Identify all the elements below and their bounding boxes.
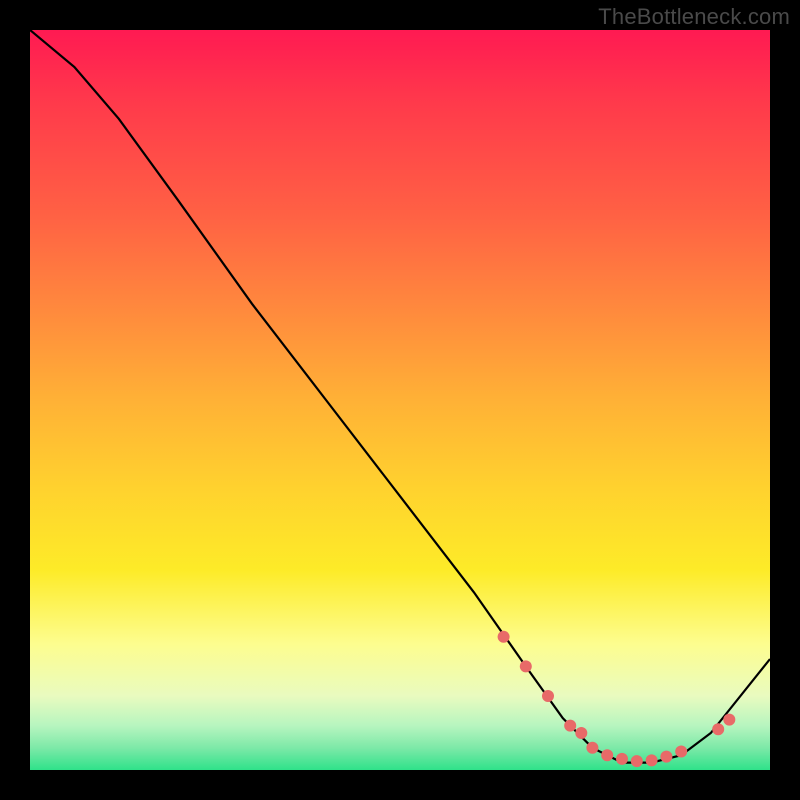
curve-dot (723, 714, 735, 726)
curve-dot (646, 754, 658, 766)
curve-dot (675, 746, 687, 758)
curve-dot (575, 727, 587, 739)
curve-dot (542, 690, 554, 702)
curve-dot (498, 631, 510, 643)
curve-dot (660, 751, 672, 763)
curve-dot (712, 723, 724, 735)
curve-dot (520, 660, 532, 672)
curve-dot (564, 720, 576, 732)
chart-frame: TheBottleneck.com (0, 0, 800, 800)
curve-dots (498, 631, 736, 767)
curve-dot (631, 755, 643, 767)
curve-dot (616, 753, 628, 765)
chart-svg (30, 30, 770, 770)
curve-dot (601, 749, 613, 761)
chart-plot-area (30, 30, 770, 770)
curve-dot (586, 742, 598, 754)
watermark-text: TheBottleneck.com (598, 4, 790, 30)
curve-line (30, 30, 770, 763)
